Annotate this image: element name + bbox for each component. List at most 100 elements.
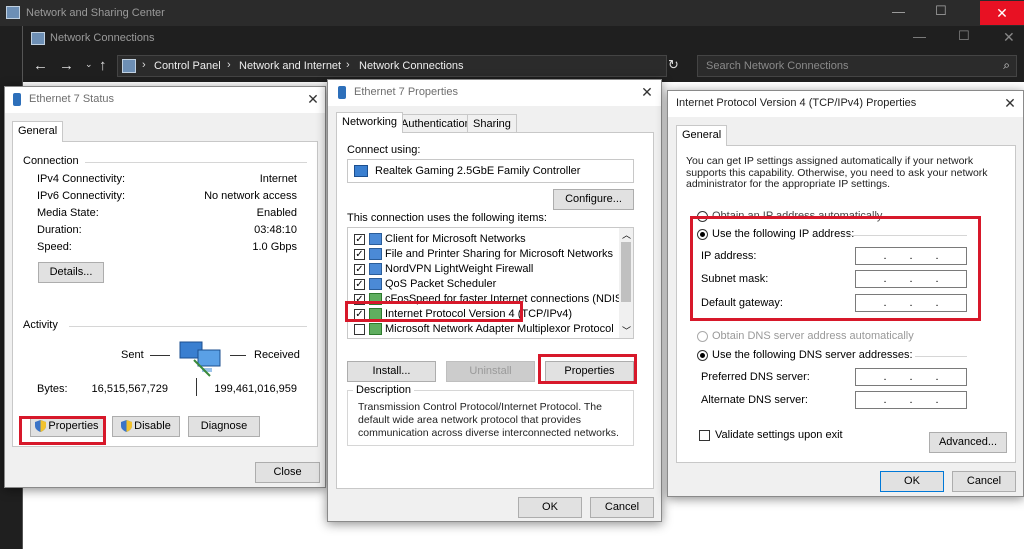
preferred-dns-label: Preferred DNS server:	[701, 371, 810, 383]
back-arrow-icon[interactable]: ←	[33, 57, 48, 74]
ipv4-connectivity-label: IPv4 Connectivity:	[37, 173, 126, 185]
ipv4-titlebar: Internet Protocol Version 4 (TCP/IPv4) P…	[668, 91, 1023, 117]
adapter-name: Realtek Gaming 2.5GbE Family Controller	[375, 165, 581, 177]
alternate-dns-field[interactable]: ...	[855, 391, 967, 409]
diagnose-button[interactable]: Diagnose	[188, 416, 260, 437]
bytes-sent-value: 16,515,567,729	[91, 383, 168, 395]
tab-networking[interactable]: Networking	[336, 112, 404, 133]
item-checkbox[interactable]: ✓	[354, 279, 365, 290]
items-list[interactable]: ✓ Client for Microsoft Networks ✓ File a…	[347, 227, 634, 339]
properties-cancel-button[interactable]: Cancel	[590, 497, 654, 518]
protocol-icon	[369, 323, 382, 335]
network-icon	[338, 86, 346, 99]
ipv6-connectivity-label: IPv6 Connectivity:	[37, 190, 126, 202]
close-icon[interactable]: ✕	[639, 84, 655, 100]
item-label: Microsoft Network Adapter Multiplexor Pr…	[385, 323, 614, 335]
service-icon	[369, 278, 382, 290]
validate-label[interactable]: Validate settings upon exit	[715, 429, 843, 441]
ipv4-ok-button[interactable]: OK	[880, 471, 944, 492]
ipv4-connectivity-value: Internet	[259, 173, 297, 185]
ipv6-connectivity-value: No network access	[204, 190, 297, 202]
breadcrumb-item-control-panel[interactable]: Control Panel	[154, 60, 221, 72]
chevron-down-icon[interactable]: ﹀	[622, 324, 631, 337]
connection-divider	[85, 162, 307, 163]
breadcrumb-separator-icon: ›	[227, 59, 231, 71]
breadcrumb-item-network-connections[interactable]: Network Connections	[359, 60, 464, 72]
highlight-ip-settings	[690, 216, 981, 321]
up-arrow-icon[interactable]: ↑	[99, 57, 107, 74]
bytes-label: Bytes:	[37, 383, 68, 395]
control-panel-icon	[122, 59, 136, 73]
use-following-dns-radio[interactable]	[697, 350, 708, 361]
forward-arrow-icon[interactable]: →	[59, 57, 74, 74]
bytes-received-value: 199,461,016,959	[214, 383, 297, 395]
use-following-dns-label[interactable]: Use the following DNS server addresses:	[712, 349, 913, 361]
item-label: File and Printer Sharing for Microsoft N…	[385, 248, 614, 260]
list-scrollbar[interactable]: ︿ ﹀	[619, 228, 633, 338]
disable-button[interactable]: Disable	[112, 416, 180, 437]
adapter-field: Realtek Gaming 2.5GbE Family Controller	[347, 159, 634, 183]
status-dialog: Ethernet 7 Status ✕ General Connection I…	[4, 86, 326, 488]
tab-general[interactable]: General	[12, 121, 64, 142]
tab-general[interactable]: General	[676, 125, 728, 146]
obtain-dns-auto-radio[interactable]	[697, 331, 708, 342]
search-icon: ⌕	[1003, 58, 1010, 72]
shield-icon	[121, 420, 133, 433]
item-checkbox[interactable]	[354, 324, 365, 335]
breadcrumb-separator-icon: ›	[346, 59, 350, 71]
status-panel: Connection IPv4 Connectivity: Internet I…	[12, 141, 318, 447]
breadcrumb[interactable]: › Control Panel › Network and Internet ›…	[117, 55, 667, 77]
maximize-icon[interactable]: ☐	[958, 28, 970, 44]
bytes-separator	[196, 378, 197, 396]
properties-dialog: Ethernet 7 Properties ✕ Networking Authe…	[327, 79, 662, 522]
advanced-button[interactable]: Advanced...	[929, 432, 1007, 453]
search-input[interactable]: Search Network Connections ⌕	[697, 55, 1017, 77]
minimize-icon[interactable]: —	[913, 29, 926, 44]
install-button[interactable]: Install...	[347, 361, 436, 382]
nc-addressbar: ← → ⌄ ↑ › Control Panel › Network and In…	[23, 52, 1024, 82]
refresh-icon[interactable]: ↻	[668, 57, 679, 73]
duration-label: Duration:	[37, 224, 82, 236]
close-icon[interactable]: ✕	[1003, 29, 1015, 46]
status-title: Ethernet 7 Status	[29, 93, 114, 105]
breadcrumb-item-network-internet[interactable]: Network and Internet	[239, 60, 341, 72]
speed-value: 1.0 Gbps	[252, 241, 297, 253]
chevron-down-icon[interactable]: ⌄	[85, 59, 93, 70]
highlight-status-properties	[19, 416, 106, 445]
item-checkbox[interactable]: ✓	[354, 264, 365, 275]
minimize-icon[interactable]: —	[892, 4, 905, 19]
service-icon	[369, 248, 382, 260]
status-close-button[interactable]: Close	[255, 462, 320, 483]
close-icon[interactable]: ✕	[1002, 95, 1018, 111]
chevron-up-icon[interactable]: ︿	[622, 228, 631, 241]
preferred-dns-field[interactable]: ...	[855, 368, 967, 386]
maximize-icon[interactable]: ☐	[935, 3, 947, 19]
sent-label: Sent	[121, 349, 144, 361]
close-icon[interactable]: ✕	[980, 1, 1024, 25]
activity-heading: Activity	[23, 319, 58, 331]
ipv4-cancel-button[interactable]: Cancel	[952, 471, 1016, 492]
sent-line	[150, 355, 170, 356]
connection-heading: Connection	[23, 155, 79, 167]
validate-checkbox[interactable]	[699, 430, 710, 441]
properties-title: Ethernet 7 Properties	[354, 86, 458, 98]
configure-button[interactable]: Configure...	[553, 189, 634, 210]
item-label: NordVPN LightWeight Firewall	[385, 263, 534, 275]
scroll-thumb[interactable]	[621, 242, 631, 302]
received-line	[230, 355, 246, 356]
obtain-dns-auto-label[interactable]: Obtain DNS server address automatically	[712, 330, 914, 342]
close-icon[interactable]: ✕	[305, 91, 321, 107]
properties-ok-button[interactable]: OK	[518, 497, 582, 518]
tab-sharing[interactable]: Sharing	[467, 114, 517, 133]
details-button[interactable]: Details...	[38, 262, 104, 283]
activity-divider	[69, 326, 307, 327]
adapter-icon	[354, 165, 368, 177]
item-label: Client for Microsoft Networks	[385, 233, 526, 245]
item-checkbox[interactable]: ✓	[354, 234, 365, 245]
alternate-dns-label: Alternate DNS server:	[701, 394, 808, 406]
tab-authentication[interactable]: Authentication	[395, 114, 477, 133]
item-checkbox[interactable]: ✓	[354, 249, 365, 260]
description-heading: Description	[353, 384, 415, 396]
search-placeholder: Search Network Connections	[706, 60, 849, 72]
uninstall-button[interactable]: Uninstall	[446, 361, 535, 382]
